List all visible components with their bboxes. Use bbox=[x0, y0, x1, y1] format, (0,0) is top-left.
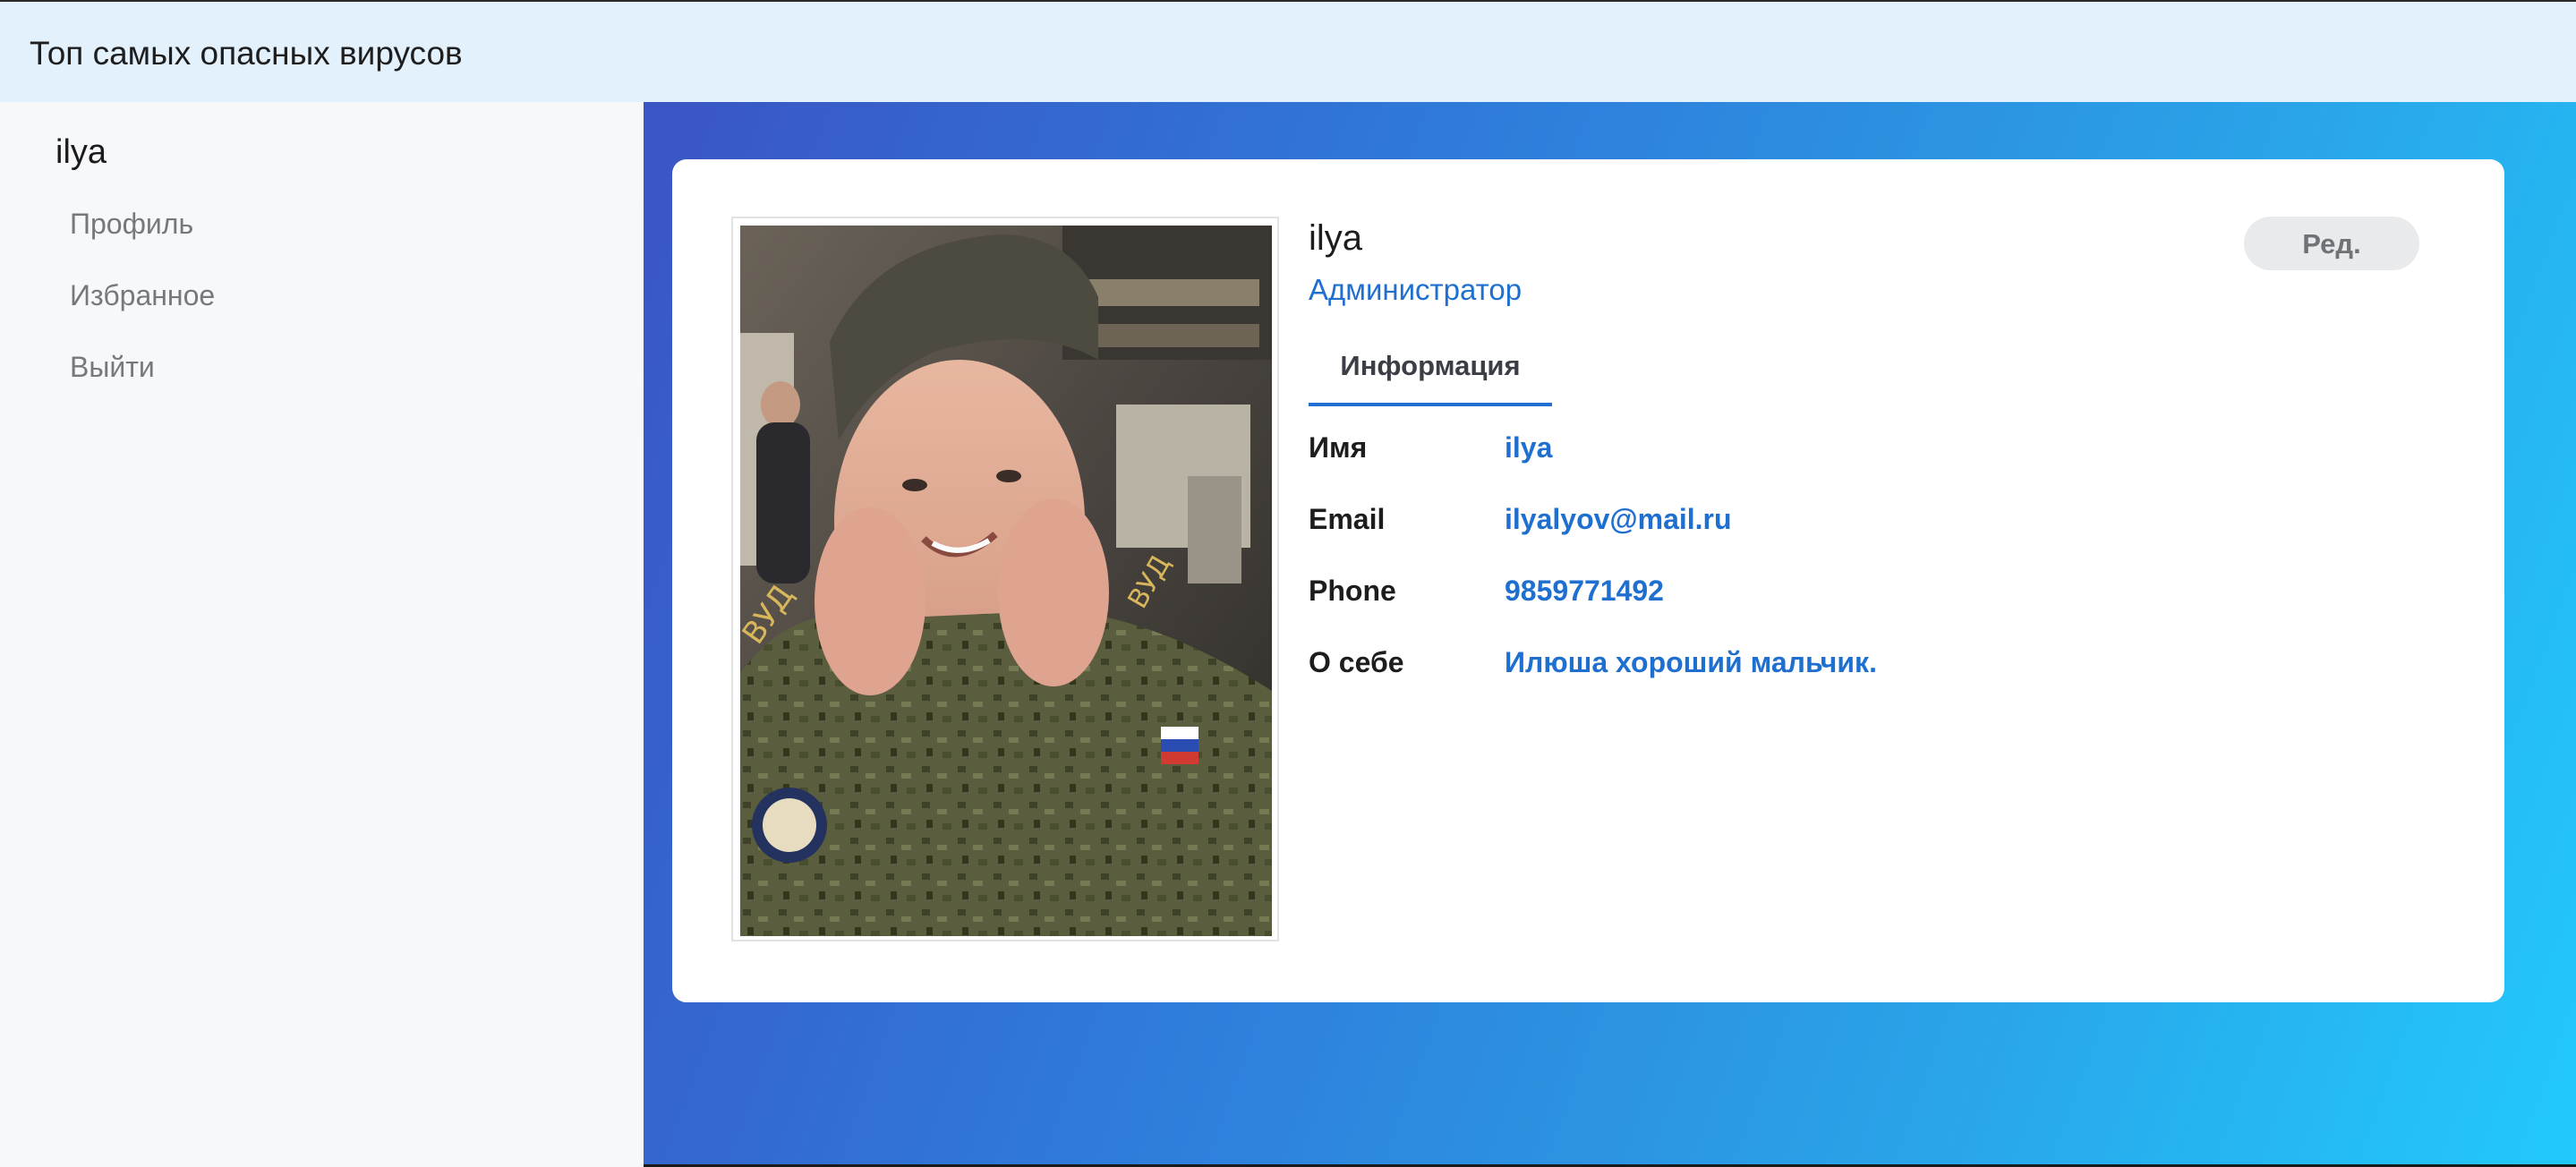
app-title: Топ самых опасных вирусов bbox=[30, 35, 463, 72]
profile-role: Администратор bbox=[1309, 273, 1523, 306]
field-label-about: О себе bbox=[1309, 646, 1404, 678]
field-label-email: Email bbox=[1309, 503, 1386, 535]
profile-name: ilya bbox=[1309, 218, 1363, 258]
sidebar-username: ilya bbox=[55, 133, 107, 171]
field-value-phone: 9859771492 bbox=[1505, 575, 1664, 607]
main-content: ВУД ВУД ilya Администратор Ред. Информац… bbox=[644, 102, 2576, 1167]
edit-button[interactable]: Ред. bbox=[2244, 217, 2419, 270]
field-value-email: ilyalyov@mail.ru bbox=[1505, 503, 1732, 535]
field-value-about: Илюша хороший мальчик. bbox=[1505, 646, 1877, 678]
field-label-phone: Phone bbox=[1309, 575, 1396, 607]
sidebar: ilya Профиль Избранное Выйти bbox=[0, 102, 644, 1167]
top-bar: Топ самых опасных вирусов bbox=[0, 0, 2576, 102]
tab-information[interactable]: Информация bbox=[1309, 335, 1552, 406]
sidebar-item-logout[interactable]: Выйти bbox=[70, 349, 155, 385]
profile-photo: ВУД ВУД bbox=[740, 226, 1272, 936]
sidebar-item-profile[interactable]: Профиль bbox=[70, 206, 193, 242]
profile-photo-frame: ВУД ВУД bbox=[731, 217, 1279, 941]
field-label-name: Имя bbox=[1309, 431, 1368, 464]
profile-card: ВУД ВУД ilya Администратор Ред. Информац… bbox=[672, 159, 2504, 1002]
field-value-name: ilya bbox=[1505, 431, 1553, 464]
sidebar-item-favorites[interactable]: Избранное bbox=[70, 277, 215, 313]
